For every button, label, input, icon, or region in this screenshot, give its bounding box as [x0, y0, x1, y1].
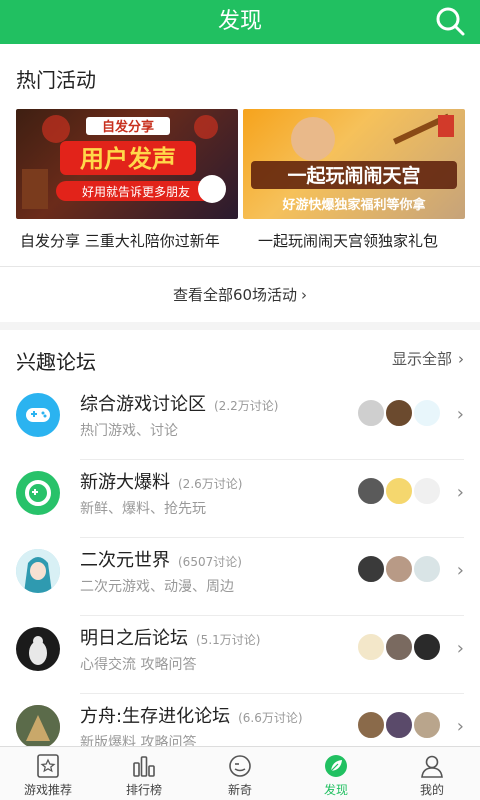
chevron-right-icon: › — [456, 404, 464, 425]
tab-label: 我的 — [419, 783, 444, 797]
forum-name: 新游大爆料 (2.6万讨论) — [80, 468, 242, 494]
forum-title: 新游大爆料 — [80, 472, 170, 493]
show-all-label: 显示全部 — [391, 350, 452, 368]
forum-title: 明日之后论坛 — [80, 628, 188, 649]
person-icon — [421, 755, 443, 778]
anime-girl-icon — [16, 549, 60, 593]
avatar — [384, 476, 414, 506]
banner-caption-2[interactable]: 一起玩闹闹天宫领独家礼包 — [258, 230, 438, 251]
chevron-right-icon: › — [456, 482, 464, 503]
forum-name: 二次元世界 (6507讨论) — [80, 546, 242, 572]
face-icon — [229, 755, 251, 777]
ranking-bars-icon — [133, 756, 155, 777]
star-card-icon — [37, 754, 59, 778]
discussion-count: (6507讨论) — [178, 555, 242, 569]
see-all-label: 查看全部60场活动 — [172, 286, 298, 304]
tab-label: 游戏推荐 — [23, 783, 72, 797]
ark-game-icon — [16, 705, 60, 749]
tab-novelty[interactable]: 新奇 — [192, 747, 288, 800]
new-game-icon — [16, 471, 60, 515]
tab-label: 新奇 — [227, 783, 252, 797]
forum-item-new-games[interactable]: 新游大爆料 (2.6万讨论) 新鲜、爆料、抢先玩 › — [0, 460, 480, 538]
bottom-tab-bar: 游戏推荐 排行榜 新奇 发现 我的 — [0, 746, 480, 800]
forum-name: 综合游戏讨论区 (2.2万讨论) — [80, 390, 278, 416]
section-title-forum: 兴趣论坛 — [16, 350, 96, 374]
avatar — [356, 632, 386, 662]
chevron-right-icon: › — [456, 716, 464, 737]
hot-activities-section: 热门活动 自发分享 用户发声 好用就告诉更多朋友 一起玩闹闹天宫 好游快爆独家福… — [0, 44, 480, 322]
avatar — [356, 476, 386, 506]
chevron-right-icon: › — [456, 638, 464, 659]
chevron-right-icon: › — [458, 350, 464, 368]
banner-art-1: 自发分享 用户发声 好用就告诉更多朋友 — [22, 115, 226, 209]
forum-item-ark[interactable]: 方舟:生存进化论坛 (6.6万讨论) 新版爆料 攻略问答 › — [0, 694, 480, 750]
see-all-activities-link[interactable]: 查看全部60场活动 › — [0, 284, 480, 305]
discussion-count: (6.6万讨论) — [238, 711, 303, 725]
tab-ranking[interactable]: 排行榜 — [96, 747, 192, 800]
tab-label: 发现 — [323, 783, 348, 797]
avatar — [412, 632, 442, 662]
avatar — [356, 554, 386, 584]
chevron-right-icon: › — [301, 286, 308, 304]
gamepad-icon — [16, 393, 60, 437]
forum-title: 方舟:生存进化论坛 — [80, 706, 231, 727]
forum-description: 新鲜、爆料、抢先玩 — [80, 501, 206, 517]
tab-label: 排行榜 — [125, 783, 162, 797]
tab-game-recommend[interactable]: 游戏推荐 — [0, 747, 96, 800]
forum-description: 二次元游戏、动漫、周边 — [80, 579, 234, 595]
top-bar: 发现 — [0, 0, 480, 44]
show-all-forums-link[interactable]: 显示全部 › — [392, 348, 464, 369]
activity-banner-2[interactable]: 一起玩闹闹天宫 好游快爆独家福利等你拿 — [243, 109, 465, 219]
discussion-count: (5.1万讨论) — [196, 633, 261, 647]
chevron-right-icon: › — [456, 560, 464, 581]
forum-item-anime-world[interactable]: 二次元世界 (6507讨论) 二次元游戏、动漫、周边 › — [0, 538, 480, 616]
page-title: 发现 — [217, 9, 262, 34]
tab-mine[interactable]: 我的 — [384, 747, 480, 800]
avatar — [384, 710, 414, 740]
forum-title: 二次元世界 — [80, 550, 170, 571]
avatar — [412, 398, 442, 428]
search-icon[interactable] — [432, 4, 468, 40]
avatar — [356, 398, 386, 428]
activity-banner-1[interactable]: 自发分享 用户发声 好用就告诉更多朋友 — [16, 109, 238, 219]
avatar — [384, 632, 414, 662]
banner-1-sub-text: 好用就告诉更多朋友 — [82, 185, 190, 199]
banner-2-sub-text: 好游快爆独家福利等你拿 — [281, 197, 426, 213]
avatar — [384, 554, 414, 584]
discussion-count: (2.2万讨论) — [214, 399, 279, 413]
banner-art-2: 一起玩闹闹天宫 好游快爆独家福利等你拿 — [251, 113, 457, 213]
forum-description: 心得交流 攻略问答 — [80, 657, 197, 673]
avatar — [356, 710, 386, 740]
forum-item-lifeafter[interactable]: 明日之后论坛 (5.1万讨论) 心得交流 攻略问答 › — [0, 616, 480, 694]
forum-title: 综合游戏讨论区 — [80, 394, 206, 415]
lifeafter-game-icon — [16, 627, 60, 671]
avatar — [412, 554, 442, 584]
banner-1-top-text: 自发分享 — [102, 119, 154, 135]
section-title-hot: 热门活动 — [16, 68, 96, 92]
banner-caption-1[interactable]: 自发分享 三重大礼陪你过新年 — [20, 230, 220, 251]
divider — [0, 266, 480, 267]
tab-discover[interactable]: 发现 — [288, 747, 384, 800]
avatar — [412, 710, 442, 740]
banner-2-title-text: 一起玩闹闹天宫 — [287, 164, 420, 187]
forum-description: 热门游戏、讨论 — [80, 423, 178, 439]
discussion-count: (2.6万讨论) — [178, 477, 243, 491]
avatar — [412, 476, 442, 506]
banner-1-title-text: 用户发声 — [80, 145, 176, 173]
avatar — [384, 398, 414, 428]
forum-name: 方舟:生存进化论坛 (6.6万讨论) — [80, 702, 303, 728]
forum-item-general-games[interactable]: 综合游戏讨论区 (2.2万讨论) 热门游戏、讨论 › — [0, 382, 480, 460]
leaf-icon — [325, 755, 347, 777]
forum-name: 明日之后论坛 (5.1万讨论) — [80, 624, 260, 650]
interest-forum-section: 兴趣论坛 显示全部 › 综合游戏讨论区 (2.2万讨论) 热门游戏、讨论 › 新… — [0, 330, 480, 750]
